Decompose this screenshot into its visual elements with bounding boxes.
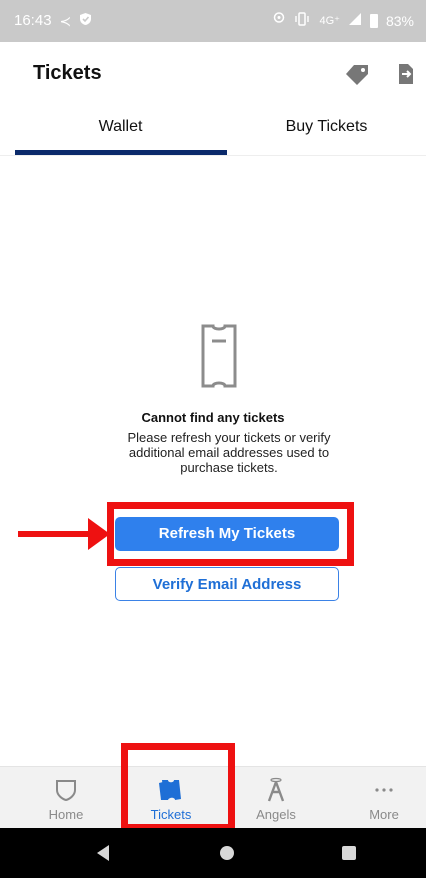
more-dots-icon — [371, 777, 397, 803]
vibrate-icon — [293, 12, 311, 29]
angle-icon: ≺ — [59, 12, 72, 29]
home-circle-icon[interactable] — [220, 846, 234, 860]
nav-item-angels[interactable]: Angels — [223, 767, 329, 829]
status-time: 16:43 — [14, 12, 52, 29]
empty-state-message: Please refresh your tickets or verify ad… — [127, 430, 331, 475]
signal-icon — [348, 12, 362, 29]
verify-email-button[interactable]: Verify Email Address — [115, 567, 339, 601]
pointer-arrow-shaft — [18, 531, 92, 537]
screen: 16:43 ≺ 4G⁺ 83% Tickets Wallet Buy Ticke… — [0, 0, 426, 878]
status-bar: 16:43 ≺ 4G⁺ 83% — [0, 0, 426, 42]
nav-label-home: Home — [48, 807, 84, 822]
app-header: Tickets — [0, 42, 426, 106]
tab-wallet[interactable]: Wallet — [14, 106, 227, 156]
tag-icon[interactable] — [343, 60, 371, 88]
tab-buy-tickets[interactable]: Buy Tickets — [227, 106, 426, 156]
nav-label-more: More — [369, 807, 399, 822]
angels-logo-icon — [263, 777, 289, 803]
page-title: Tickets — [33, 62, 102, 84]
shield-outline-icon — [53, 777, 79, 803]
tab-bar: Wallet Buy Tickets — [0, 106, 426, 156]
highlight-box-refresh — [107, 502, 354, 566]
network-type: 4G⁺ — [319, 15, 340, 27]
nav-item-home[interactable]: Home — [13, 767, 119, 829]
battery-icon — [369, 13, 378, 28]
system-nav-bar — [0, 828, 426, 878]
recents-square-icon[interactable] — [342, 846, 356, 860]
back-icon[interactable] — [97, 845, 109, 861]
ticket-outline-icon — [200, 324, 238, 388]
transfer-icon[interactable] — [396, 60, 424, 88]
location-icon — [273, 12, 285, 29]
highlight-box-tickets-tab — [121, 743, 235, 831]
nav-item-more[interactable]: More — [331, 767, 426, 829]
shield-icon — [79, 12, 92, 29]
tab-indicator — [15, 150, 227, 155]
empty-state-title: Cannot find any tickets — [141, 410, 285, 425]
nav-label-angels: Angels — [256, 807, 296, 822]
battery-level: 83% — [385, 12, 414, 29]
pointer-arrow-icon — [88, 518, 110, 550]
